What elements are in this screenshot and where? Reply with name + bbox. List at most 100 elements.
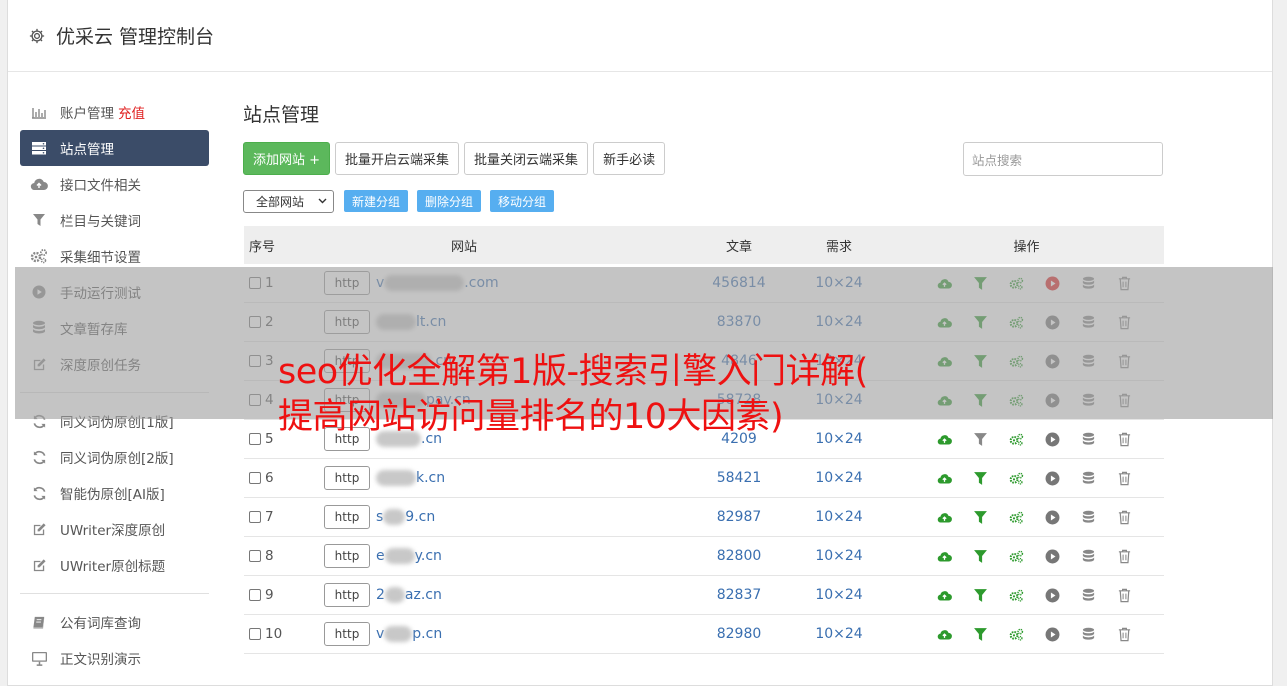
cloud-upload-icon[interactable]: [926, 627, 962, 642]
row-articles[interactable]: 82987: [689, 509, 789, 525]
table-row: 7 http s 9.cn 82987 10×24: [244, 498, 1164, 537]
header-ops: 操作: [1013, 239, 1040, 255]
site-url-link[interactable]: e y.cn: [376, 548, 442, 564]
row-checkbox[interactable]: [249, 472, 261, 484]
row-number: 6: [265, 470, 274, 486]
delete-group-button[interactable]: 删除分组: [417, 190, 482, 212]
recharge-link[interactable]: 充值: [118, 102, 145, 122]
row-articles[interactable]: 58421: [689, 470, 789, 486]
row-number: 5: [265, 431, 274, 447]
http-badge[interactable]: http: [324, 544, 370, 568]
database-icon[interactable]: [1070, 510, 1106, 525]
headline-line-2: 提高网站访问量排名的10大因素): [278, 397, 784, 437]
row-demand[interactable]: 10×24: [789, 626, 889, 642]
filter-icon[interactable]: [962, 510, 998, 525]
site-url-link[interactable]: v p.cn: [376, 626, 442, 642]
site-url-suffix: k.cn: [416, 470, 446, 486]
trash-icon[interactable]: [1106, 588, 1142, 603]
play-icon[interactable]: [1034, 549, 1070, 564]
site-url-link[interactable]: s 9.cn: [376, 509, 435, 525]
sidebar-item-label: 接口文件相关: [60, 178, 141, 194]
row-articles[interactable]: 82980: [689, 626, 789, 642]
table-header: 序号 网站 文章 需求 操作: [244, 226, 1164, 264]
new-group-button[interactable]: 新建分组: [344, 190, 409, 212]
gears-icon[interactable]: [998, 510, 1034, 525]
row-checkbox[interactable]: [249, 628, 261, 640]
group-select[interactable]: 全部网站: [243, 189, 334, 213]
filter-icon[interactable]: [962, 471, 998, 486]
sidebar-item-g1-1[interactable]: 站点管理: [20, 130, 209, 166]
redacted-blur: [384, 548, 415, 564]
gears-icon[interactable]: [998, 588, 1034, 603]
sidebar-item-label: 智能伪原创[AI版]: [60, 487, 165, 503]
sidebar-item-g2-4[interactable]: UWriter原创标题: [20, 547, 209, 583]
gears-icon[interactable]: [998, 549, 1034, 564]
row-checkbox[interactable]: [249, 589, 261, 601]
site-url-link[interactable]: k.cn: [376, 470, 445, 486]
cloud-upload-icon[interactable]: [926, 549, 962, 564]
database-icon[interactable]: [1070, 432, 1106, 447]
sidebar-item-label: UWriter原创标题: [60, 559, 166, 575]
cloud-upload-icon: [30, 176, 48, 192]
http-badge[interactable]: http: [324, 466, 370, 490]
row-articles[interactable]: 82800: [689, 548, 789, 564]
play-icon[interactable]: [1034, 432, 1070, 447]
row-demand[interactable]: 10×24: [789, 587, 889, 603]
database-icon[interactable]: [1070, 627, 1106, 642]
trash-icon[interactable]: [1106, 432, 1142, 447]
row-checkbox[interactable]: [249, 433, 261, 445]
database-icon[interactable]: [1070, 471, 1106, 486]
filter-icon[interactable]: [962, 549, 998, 564]
move-group-button[interactable]: 移动分组: [490, 190, 555, 212]
batch-open-cloud-button[interactable]: 批量开启云端采集: [335, 141, 460, 175]
cloud-upload-icon[interactable]: [926, 588, 962, 603]
play-icon[interactable]: [1034, 627, 1070, 642]
row-number: 10: [265, 626, 283, 642]
sidebar-item-g2-3[interactable]: UWriter深度原创: [20, 511, 209, 547]
row-checkbox[interactable]: [249, 550, 261, 562]
filter-icon[interactable]: [962, 627, 998, 642]
site-search-input[interactable]: 站点搜索: [963, 142, 1163, 176]
play-icon[interactable]: [1034, 510, 1070, 525]
row-articles[interactable]: 82837: [689, 587, 789, 603]
database-icon[interactable]: [1070, 588, 1106, 603]
play-icon[interactable]: [1034, 471, 1070, 486]
gears-icon[interactable]: [998, 627, 1034, 642]
gear-icon: [29, 28, 45, 43]
sidebar-item-g3-0[interactable]: 公有词库查询: [20, 604, 209, 640]
guide-button[interactable]: 新手必读: [593, 141, 666, 175]
row-checkbox[interactable]: [249, 511, 261, 523]
site-url-link[interactable]: 2 az.cn: [376, 587, 442, 603]
site-url-suffix: p.cn: [412, 626, 443, 642]
trash-icon[interactable]: [1106, 549, 1142, 564]
gears-icon[interactable]: [998, 471, 1034, 486]
row-demand[interactable]: 10×24: [789, 509, 889, 525]
filter-icon[interactable]: [962, 588, 998, 603]
cloud-upload-icon[interactable]: [926, 471, 962, 486]
sidebar-item-g3-1[interactable]: 正文识别演示: [20, 640, 209, 676]
top-bar: 优采云 管理控制台: [8, 0, 1272, 72]
batch-close-cloud-button[interactable]: 批量关闭云端采集: [464, 141, 589, 175]
trash-icon[interactable]: [1106, 627, 1142, 642]
http-badge[interactable]: http: [324, 505, 370, 529]
http-badge[interactable]: http: [324, 622, 370, 646]
row-ops-cell: [889, 510, 1164, 525]
filter-icon: [30, 212, 48, 228]
row-site-cell: http k.cn: [319, 466, 689, 490]
sidebar-item-g2-1[interactable]: 同义词伪原创[2版]: [20, 439, 209, 475]
row-demand[interactable]: 10×24: [789, 548, 889, 564]
add-site-button[interactable]: 添加网站 +: [243, 141, 331, 175]
chevron-down-icon: [318, 198, 327, 204]
sidebar-item-g2-2[interactable]: 智能伪原创[AI版]: [20, 475, 209, 511]
sidebar-item-g1-2[interactable]: 接口文件相关: [20, 166, 209, 202]
main-content: 站点管理 添加网站 + 批量开启云端采集 批量关闭云端采集 新手必读 站点搜索 …: [243, 100, 1163, 213]
sidebar-item-g1-3[interactable]: 栏目与关键词: [20, 202, 209, 238]
sidebar-item-g1-0[interactable]: 账户管理 充值: [20, 94, 209, 130]
row-demand[interactable]: 10×24: [789, 470, 889, 486]
http-badge[interactable]: http: [324, 583, 370, 607]
play-icon[interactable]: [1034, 588, 1070, 603]
cloud-upload-icon[interactable]: [926, 510, 962, 525]
database-icon[interactable]: [1070, 549, 1106, 564]
trash-icon[interactable]: [1106, 510, 1142, 525]
trash-icon[interactable]: [1106, 471, 1142, 486]
